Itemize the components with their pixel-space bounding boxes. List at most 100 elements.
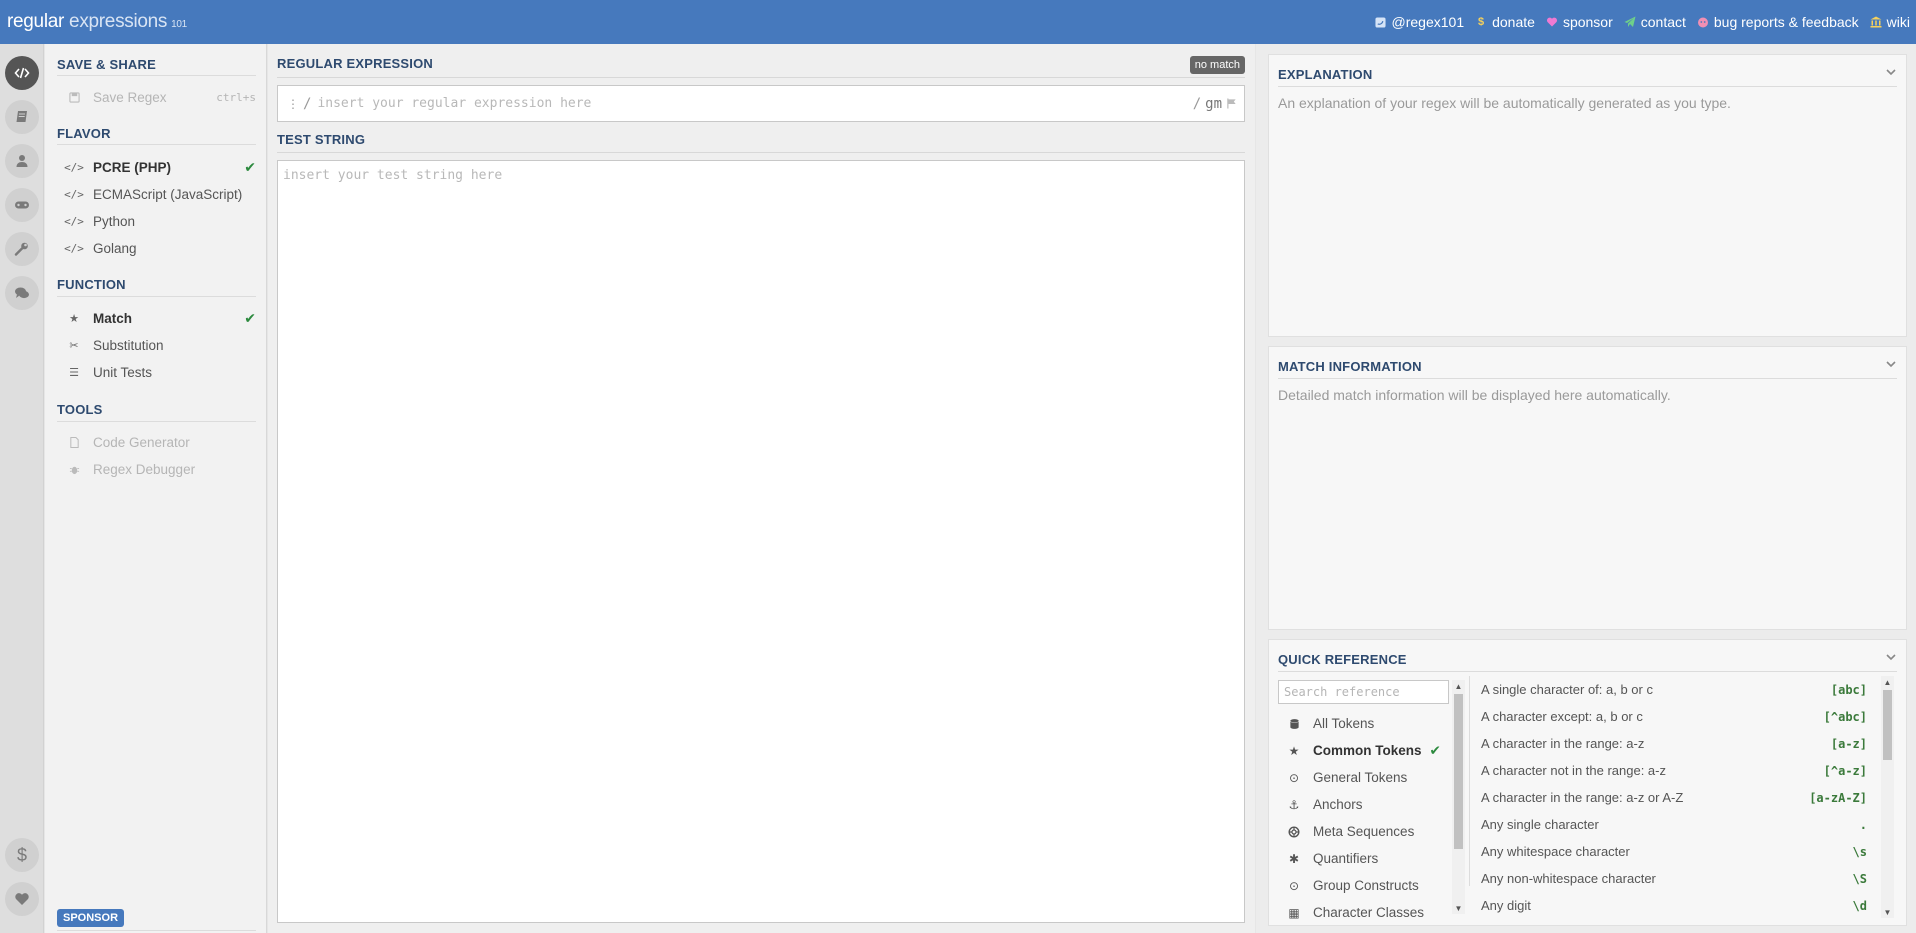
wiki-link-label: wiki [1886,14,1910,30]
reference-row[interactable]: A character in the range: a-z or A-Z [a-… [1481,784,1867,811]
function-substitution[interactable]: ✂ Substitution [57,333,256,357]
save-shortcut: ctrl+s [216,90,256,104]
reference-search-input[interactable] [1278,680,1449,704]
reference-row[interactable]: Any whitespace character \s [1481,838,1867,865]
settings-nav-button[interactable] [5,232,39,266]
reference-token: [a-z] [1830,736,1867,751]
scissors-icon: ✂ [69,339,79,352]
function-label: Match [93,310,133,326]
scroll-thumb[interactable] [1454,694,1463,849]
flavor-pcre[interactable]: </> PCRE (PHP) ✔ [57,155,256,179]
chevron-down-icon[interactable] [1885,358,1897,370]
reference-token: [^a-z] [1823,763,1867,778]
reference-row[interactable]: A character except: a, b or c [^abc] [1481,703,1867,730]
user-icon [16,155,28,167]
regex-input-box: ⋮ / /gm [277,85,1245,122]
bug-reports-link[interactable]: bug reports & feedback [1697,14,1859,30]
category-label: General Tokens [1313,770,1408,785]
community-nav-button[interactable] [5,276,39,310]
quick-reference-panel: QUICK REFERENCE All Tokens ★ Common Toke… [1268,639,1907,926]
donate-nav-button[interactable]: $ [5,838,39,872]
test-string-input[interactable] [278,161,1244,922]
divider [277,77,1245,78]
logo-text-regular: regular [7,11,65,32]
twitter-icon [1375,16,1387,28]
match-info-title: MATCH INFORMATION [1278,359,1422,374]
twitter-link[interactable]: @regex101 [1375,14,1464,30]
bug-reports-link-label: bug reports & feedback [1713,14,1859,30]
reference-row[interactable]: Any non-whitespace character \S [1481,865,1867,892]
wiki-link[interactable]: wiki [1870,14,1910,30]
reference-row[interactable]: Any digit \d [1481,892,1867,919]
reference-token: \s [1852,844,1867,859]
donate-link[interactable]: $ donate [1475,14,1535,30]
sponsor-nav-button[interactable] [5,882,39,916]
scroll-up-icon[interactable]: ▲ [1452,680,1465,692]
code-icon: </> [64,160,84,174]
contact-link[interactable]: contact [1624,14,1686,30]
category-general-tokens[interactable]: ⊙ General Tokens [1278,764,1449,791]
chevron-down-icon[interactable] [1885,66,1897,78]
scroll-thumb[interactable] [1883,690,1892,760]
sponsor-link[interactable]: sponsor [1546,14,1613,30]
drag-handle-icon[interactable]: ⋮ [287,97,299,111]
code-icon [14,67,30,79]
account-nav-button[interactable] [5,144,39,178]
flavor-golang[interactable]: </> Golang [57,236,256,260]
explanation-panel: EXPLANATION An explanation of your regex… [1268,54,1907,337]
function-unit-tests[interactable]: ☰ Unit Tests [57,360,256,384]
category-all-tokens[interactable]: All Tokens [1278,710,1449,737]
wrench-icon [14,242,28,256]
reference-row[interactable]: A single character of: a, b or c [abc] [1481,676,1867,703]
category-meta-sequences[interactable]: Meta Sequences [1278,818,1449,845]
app-logo[interactable]: regular expressions 101 [7,11,187,33]
reference-token: [^abc] [1823,709,1867,724]
test-string-title: TEST STRING [277,132,366,147]
reference-desc: A character except: a, b or c [1481,709,1643,724]
flavor-ecmascript[interactable]: </> ECMAScript (JavaScript) [57,182,256,206]
category-common-tokens[interactable]: ★ Common Tokens ✔ [1278,737,1449,764]
sponsor-badge[interactable]: SPONSOR [57,909,125,927]
function-label: Substitution [93,337,164,353]
reference-row[interactable]: A character in the range: a-z [a-z] [1481,730,1867,757]
circle-dot-icon: ⊙ [1288,770,1300,785]
flavor-python[interactable]: </> Python [57,209,256,233]
save-regex-button[interactable]: Save Regex ctrl+s [57,85,256,109]
chevron-down-icon[interactable] [1885,651,1897,663]
check-icon: ✔ [244,309,256,326]
regex-debugger-button[interactable]: Regex Debugger [57,457,256,481]
reference-row[interactable]: A character not in the range: a-z [^a-z] [1481,757,1867,784]
save-share-title: SAVE & SHARE [57,57,156,72]
scroll-down-icon[interactable]: ▼ [1881,906,1894,918]
reference-scrollbar[interactable]: ▲ ▼ [1881,676,1894,918]
quiz-nav-button[interactable] [5,188,39,222]
code-generator-button[interactable]: Code Generator [57,430,256,454]
divider [1278,378,1897,379]
regex-delimiter: / [303,95,312,112]
category-quantifiers[interactable]: ✱ Quantifiers [1278,845,1449,872]
sponsor-link-label: sponsor [1562,14,1613,30]
flags-delimiter: / [1192,95,1202,112]
category-group-constructs[interactable]: ⊙ Group Constructs [1278,872,1449,899]
code-icon: </> [64,241,84,255]
heart-icon [1546,16,1558,28]
logo-text-expressions: expressions [69,11,168,32]
contact-link-label: contact [1640,14,1686,30]
reference-token: . [1859,817,1867,832]
reference-token: [abc] [1830,682,1867,697]
test-string-box [277,160,1245,923]
regex-editor-nav-button[interactable] [5,56,39,90]
divider [1469,676,1470,886]
library-nav-button[interactable] [5,100,39,134]
categories-scrollbar[interactable]: ▲ ▼ [1452,680,1465,914]
scroll-down-icon[interactable]: ▼ [1452,902,1465,914]
reference-desc: Any single character [1481,817,1599,832]
top-links: @regex101 $ donate sponsor contact bug r… [1375,14,1910,30]
flags-button[interactable]: / gm [1193,96,1238,112]
regex-input[interactable] [317,89,1193,118]
category-character-classes[interactable]: ▦ Character Classes [1278,899,1449,925]
reference-row[interactable]: Any single character . [1481,811,1867,838]
scroll-up-icon[interactable]: ▲ [1881,676,1894,688]
category-anchors[interactable]: ⚓ Anchors [1278,791,1449,818]
function-match[interactable]: ★ Match ✔ [57,306,256,330]
